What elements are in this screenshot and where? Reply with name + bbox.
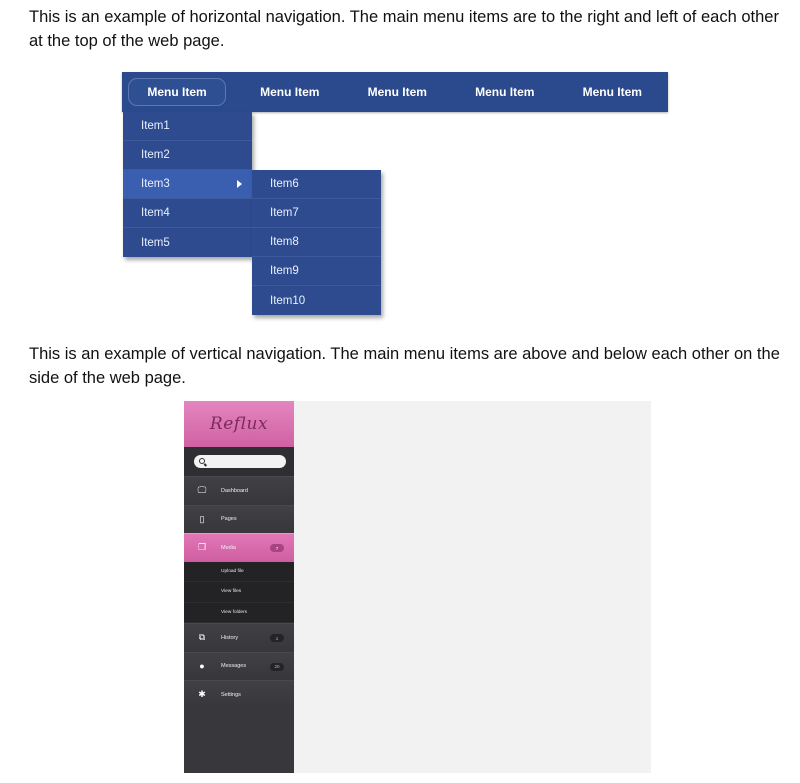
dropdown-menu: Item1 Item2 Item3 Item4 Item5: [123, 112, 252, 257]
submenu: Item6 Item7 Item8 Item9 Item10: [252, 170, 381, 315]
search-icon: [199, 458, 205, 464]
submenu-item-6[interactable]: Item6: [252, 170, 381, 199]
vertical-nav-screenshot: Reflux 🖵 Dashboard ▯ Pages ❐ Media 7 Upl…: [184, 401, 651, 773]
logo: Reflux: [184, 401, 294, 447]
submenu-arrow-icon: [237, 180, 242, 188]
sidebar-item-messages[interactable]: ● Messages 20: [184, 651, 294, 680]
sidebar-item-label: Media: [221, 544, 236, 551]
submenu-view-files[interactable]: View files: [184, 582, 294, 603]
dropdown-item-label: Item3: [141, 178, 170, 190]
sidebar-item-dashboard[interactable]: 🖵 Dashboard: [184, 476, 294, 505]
submenu-item-label: Item6: [270, 178, 299, 190]
menu-item-4[interactable]: Menu Item: [451, 78, 559, 106]
vertical-nav-description: This is an example of vertical navigatio…: [29, 345, 780, 387]
dropdown-item-label: Item2: [141, 149, 170, 161]
sidebar-item-label: Dashboard: [221, 487, 248, 494]
count-badge: 1: [270, 634, 284, 642]
messages-icon: ●: [199, 661, 205, 672]
dropdown-item-2[interactable]: Item2: [123, 141, 252, 170]
media-icon: ❐: [197, 542, 207, 553]
menu-item-2[interactable]: Menu Item: [236, 78, 344, 106]
menu-item-5[interactable]: Menu Item: [559, 78, 667, 106]
horizontal-nav-description: This is an example of horizontal navigat…: [29, 8, 779, 50]
gear-icon: ✱: [198, 689, 206, 700]
search-bar: [184, 447, 294, 476]
submenu-item-9[interactable]: Item9: [252, 257, 381, 286]
sidebar-item-pages[interactable]: ▯ Pages: [184, 504, 294, 533]
submenu-item-8[interactable]: Item8: [252, 228, 381, 257]
sidebar-item-label: Settings: [221, 691, 241, 698]
dropdown-item-4[interactable]: Item4: [123, 199, 252, 228]
dropdown-item-label: Item1: [141, 120, 170, 132]
sidebar-item-media[interactable]: ❐ Media 7: [184, 533, 294, 562]
menu-item-3[interactable]: Menu Item: [344, 78, 452, 106]
submenu-item-label: Item7: [270, 207, 299, 219]
dropdown-item-5[interactable]: Item5: [123, 228, 252, 257]
sidebar-item-label: Messages: [221, 663, 247, 670]
submenu-item-label: Item8: [270, 236, 299, 248]
dropdown-item-3[interactable]: Item3: [123, 170, 252, 199]
search-input[interactable]: [194, 455, 286, 468]
submenu-item-label: Item9: [270, 265, 299, 277]
dropdown-item-1[interactable]: Item1: [123, 112, 252, 141]
sidebar-item-label: Pages: [221, 516, 237, 523]
vertical-sidebar: Reflux 🖵 Dashboard ▯ Pages ❐ Media 7 Upl…: [184, 401, 294, 773]
dropdown-item-label: Item4: [141, 207, 170, 219]
submenu-upload-file[interactable]: Upload file: [184, 562, 294, 582]
count-badge: 20: [270, 662, 284, 671]
submenu-item-7[interactable]: Item7: [252, 199, 381, 228]
submenu-item-10[interactable]: Item10: [252, 286, 381, 315]
submenu-item-label: Item10: [270, 294, 306, 307]
sidebar-item-label: History: [221, 634, 239, 641]
monitor-icon: 🖵: [197, 485, 207, 496]
horizontal-menu-bar: Menu Item Menu Item Menu Item Menu Item …: [122, 72, 668, 112]
dropdown-item-label: Item5: [141, 236, 170, 249]
history-icon: ⧉: [198, 632, 206, 643]
submenu-view-folders[interactable]: View folders: [184, 603, 294, 623]
page-icon: ▯: [199, 513, 205, 524]
media-submenu: Upload file View files View folders: [184, 561, 294, 623]
count-badge: 7: [270, 544, 284, 552]
menu-item-1[interactable]: Menu Item: [128, 78, 226, 106]
sidebar-item-history[interactable]: ⧉ History 1: [184, 623, 294, 652]
sidebar-item-settings[interactable]: ✱ Settings: [184, 680, 294, 709]
logo-text: Reflux: [209, 414, 269, 434]
